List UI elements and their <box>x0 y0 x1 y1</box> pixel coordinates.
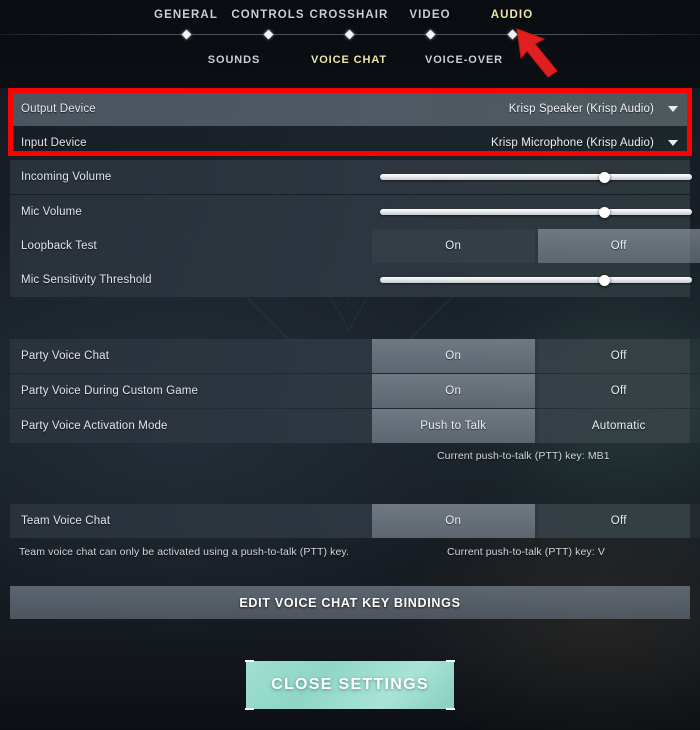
team-ptt-key-note: Current push-to-talk (PTT) key: V <box>447 546 605 558</box>
row-input-device[interactable]: Input Device Krisp Microphone (Krisp Aud… <box>10 126 690 160</box>
incoming-volume-label: Incoming Volume <box>21 171 112 183</box>
row-mic-volume: Mic Volume <box>10 195 692 229</box>
close-settings-button[interactable]: CLOSE SETTINGS <box>245 660 455 710</box>
loopback-test-toggle: On Off <box>372 229 700 263</box>
party-voice-chat-option-off[interactable]: Off <box>538 339 700 373</box>
row-party-voice-chat: Party Voice Chat On Off <box>10 339 690 373</box>
subtab-sounds[interactable]: SOUNDS <box>208 54 260 66</box>
mic-sensitivity-threshold-label: Mic Sensitivity Threshold <box>21 274 152 286</box>
team-voice-chat-toggle: On Off <box>372 504 700 538</box>
input-device-label: Input Device <box>21 137 87 149</box>
row-output-device[interactable]: Output Device Krisp Speaker (Krisp Audio… <box>10 92 690 126</box>
subtab-voice-chat[interactable]: VOICE CHAT <box>311 54 387 66</box>
tab-controls[interactable]: CONTROLS <box>231 9 304 21</box>
team-voice-chat-option-off[interactable]: Off <box>538 504 700 538</box>
close-settings-label: CLOSE SETTINGS <box>271 676 429 693</box>
row-mic-sensitivity-threshold: Mic Sensitivity Threshold <box>10 263 692 297</box>
tab-audio[interactable]: AUDIO <box>491 9 534 21</box>
party-voice-activation-mode-toggle: Push to Talk Automatic <box>372 409 700 443</box>
chevron-down-icon[interactable] <box>668 140 678 146</box>
party-voice-custom-game-toggle: On Off <box>372 374 700 408</box>
valorant-audio-settings-screen: GENERAL CONTROLS CROSSHAIR VIDEO AUDIO S… <box>0 0 700 730</box>
team-voice-chat-option-on[interactable]: On <box>372 504 535 538</box>
mic-volume-label: Mic Volume <box>21 206 82 218</box>
team-voice-chat-label: Team Voice Chat <box>21 515 111 527</box>
edit-voice-chat-key-bindings-button[interactable]: EDIT VOICE CHAT KEY BINDINGS <box>10 586 690 619</box>
slider-track <box>380 277 692 283</box>
input-device-value: Krisp Microphone (Krisp Audio) <box>490 137 654 149</box>
tab-node-general-icon <box>181 29 191 40</box>
loopback-test-label: Loopback Test <box>21 240 97 252</box>
sub-tab-bar: SOUNDS VOICE CHAT VOICE-OVER <box>0 54 700 72</box>
party-voice-activation-option-automatic[interactable]: Automatic <box>538 409 700 443</box>
team-voice-hint: Team voice chat can only be activated us… <box>19 546 350 558</box>
row-loopback-test: Loopback Test On Off <box>10 229 700 263</box>
output-device-value: Krisp Speaker (Krisp Audio) <box>508 103 654 115</box>
loopback-test-option-off[interactable]: Off <box>537 229 700 263</box>
slider-thumb[interactable] <box>599 206 611 218</box>
tab-node-crosshair-icon <box>344 29 354 40</box>
row-incoming-volume: Incoming Volume <box>10 160 692 194</box>
party-voice-activation-option-push-to-talk[interactable]: Push to Talk <box>372 409 535 443</box>
tab-general[interactable]: GENERAL <box>154 9 218 21</box>
party-voice-custom-game-option-off[interactable]: Off <box>538 374 700 408</box>
corner-mark-icon <box>446 708 455 710</box>
tab-node-controls-icon <box>263 29 273 40</box>
settings-navigation: GENERAL CONTROLS CROSSHAIR VIDEO AUDIO S… <box>0 0 700 88</box>
party-voice-chat-option-on[interactable]: On <box>372 339 535 373</box>
tab-node-audio-icon <box>507 29 517 40</box>
tab-video[interactable]: VIDEO <box>409 9 450 21</box>
party-voice-activation-mode-label: Party Voice Activation Mode <box>21 420 168 432</box>
incoming-volume-slider[interactable] <box>380 171 692 183</box>
mic-volume-slider[interactable] <box>380 206 692 218</box>
party-voice-chat-toggle: On Off <box>372 339 700 373</box>
subtab-voice-over[interactable]: VOICE-OVER <box>425 54 503 66</box>
slider-thumb[interactable] <box>599 171 611 183</box>
chevron-down-icon[interactable] <box>668 106 678 112</box>
party-ptt-key-note: Current push-to-talk (PTT) key: MB1 <box>437 450 610 462</box>
row-party-voice-activation-mode: Party Voice Activation Mode Push to Talk… <box>10 409 690 443</box>
slider-track <box>380 174 692 180</box>
corner-mark-icon <box>245 708 254 710</box>
row-party-voice-custom-game: Party Voice During Custom Game On Off <box>10 374 690 408</box>
row-team-voice-chat: Team Voice Chat On Off <box>10 504 690 538</box>
slider-thumb[interactable] <box>599 274 611 286</box>
main-tab-bar: GENERAL CONTROLS CROSSHAIR VIDEO AUDIO <box>0 9 700 29</box>
output-device-label: Output Device <box>21 103 96 115</box>
corner-mark-icon <box>446 660 455 662</box>
tab-node-video-icon <box>425 29 435 40</box>
tab-crosshair[interactable]: CROSSHAIR <box>310 9 389 21</box>
party-voice-custom-game-option-on[interactable]: On <box>372 374 535 408</box>
party-voice-custom-game-label: Party Voice During Custom Game <box>21 385 199 397</box>
loopback-test-option-on[interactable]: On <box>372 229 535 263</box>
corner-mark-icon <box>245 660 254 662</box>
mic-sensitivity-threshold-slider[interactable] <box>380 274 692 286</box>
slider-track <box>380 209 692 215</box>
party-voice-chat-label: Party Voice Chat <box>21 350 110 362</box>
